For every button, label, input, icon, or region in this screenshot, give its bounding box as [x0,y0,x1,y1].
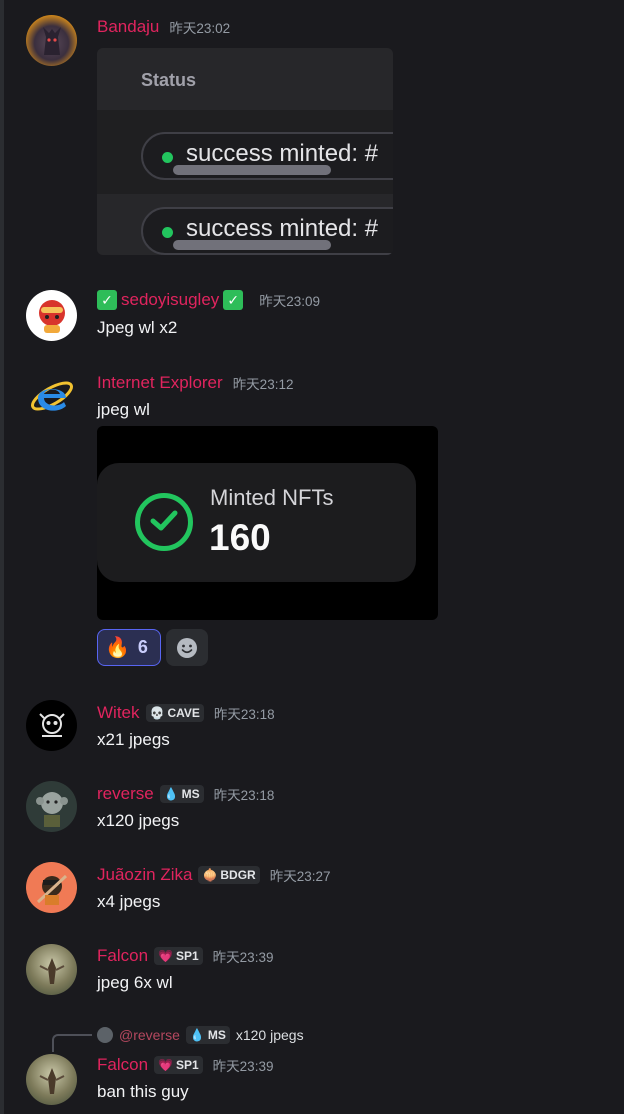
reply-username[interactable]: @reverse [119,1027,180,1043]
avatar-character-icon [36,874,67,905]
progress-bar [173,165,331,175]
username[interactable]: Falcon [97,1055,148,1075]
progress-bar [173,240,331,250]
avatar-skull-icon [38,712,65,737]
status-embed-image[interactable]: Status success minted: # success minted:… [97,48,393,255]
tag-label: MS [207,1028,226,1042]
status-text: success minted: # [186,140,379,167]
reaction-count: 6 [137,637,148,657]
avatar-figure-icon [39,1067,64,1094]
message-text: jpeg 6x wl [97,973,173,992]
server-tag[interactable]: 💀 CAVE [145,704,204,722]
droplet-emoji-icon: 💧 [189,1028,205,1042]
heart-emoji-icon: 💗 [158,949,173,963]
channel-rail [0,0,4,1114]
heart-emoji-icon: 💗 [158,1058,173,1072]
timestamp: 昨天23:12 [232,377,294,392]
droplet-emoji-icon: 💧 [163,787,179,801]
username[interactable]: Bandaju [97,17,159,37]
timestamp: 昨天23:27 [269,869,331,884]
avatar[interactable] [26,700,77,751]
check-circle-icon [135,493,193,551]
reaction-fire[interactable]: 🔥 6 [97,629,161,666]
tag-label: MS [181,787,200,801]
avatar-monkey-icon [35,791,68,827]
status-pill: success minted: # [141,207,393,255]
message-text: ban this guy [97,1082,189,1101]
reply-avatar [97,1027,113,1043]
onion-emoji-icon: 🧅 [202,868,218,882]
tag-label: SP1 [175,949,199,963]
avatar[interactable] [26,781,77,832]
username[interactable]: reverse [97,784,154,804]
timestamp: 昨天23:18 [213,788,275,803]
minted-card: Minted NFTs 160 [97,463,416,582]
reply-text: x120 jpegs [235,1027,304,1043]
minted-embed-image[interactable]: Minted NFTs 160 [97,426,438,620]
message-text: Jpeg wl x2 [97,318,178,337]
message-text: x4 jpegs [97,892,161,911]
verified-check-icon: ✓ [223,290,244,310]
add-reaction-button[interactable] [166,629,208,666]
server-tag: 💧 MS [185,1026,230,1044]
avatar[interactable] [26,370,77,421]
fire-emoji-icon: 🔥 [105,637,130,659]
tag-label: SP1 [175,1058,199,1072]
avatar[interactable] [26,15,77,66]
timestamp: 昨天23:39 [212,950,274,965]
avatar[interactable] [26,290,77,341]
timestamp: 昨天23:09 [259,294,321,309]
timestamp: 昨天23:39 [212,1059,274,1074]
reply-connector [52,1034,92,1052]
server-tag[interactable]: 💧 MS [159,785,204,803]
message-text: x21 jpegs [97,730,170,749]
skull-emoji-icon: 💀 [149,706,165,720]
success-dot-icon [162,152,173,163]
timestamp: 昨天23:18 [213,707,275,722]
avatar[interactable] [26,862,77,913]
avatar-character-icon [38,299,65,333]
minted-label: Minted NFTs [210,485,334,510]
smiley-icon [177,637,197,658]
status-label: Status [141,70,197,90]
avatar-figure-icon [39,957,64,984]
server-tag[interactable]: 💗 SP1 [154,947,203,965]
username[interactable]: Falcon [97,946,148,966]
username[interactable]: Juãozin Zika [97,865,192,885]
server-tag[interactable]: 🧅 BDGR [198,866,260,884]
username[interactable]: Witek [97,703,140,723]
tag-label: BDGR [220,868,256,882]
tag-label: CAVE [167,706,200,720]
avatar[interactable] [26,1054,77,1105]
success-dot-icon [162,227,173,238]
avatar[interactable] [26,944,77,995]
username[interactable]: Internet Explorer [97,373,223,393]
reply-preview[interactable]: @reverse 💧 MS x120 jpegs [97,1025,304,1045]
message-text: jpeg wl [97,400,150,419]
status-pill: success minted: # [141,132,393,180]
status-text: success minted: # [186,215,379,242]
username[interactable]: sedoyisugley [121,290,219,310]
minted-value: 160 [209,517,271,558]
avatar-character-icon [42,26,61,55]
timestamp: 昨天23:02 [169,21,231,36]
message-text: x120 jpegs [97,811,180,830]
server-tag[interactable]: 💗 SP1 [154,1056,203,1074]
internet-explorer-icon [30,381,73,411]
verified-check-icon: ✓ [97,290,117,310]
